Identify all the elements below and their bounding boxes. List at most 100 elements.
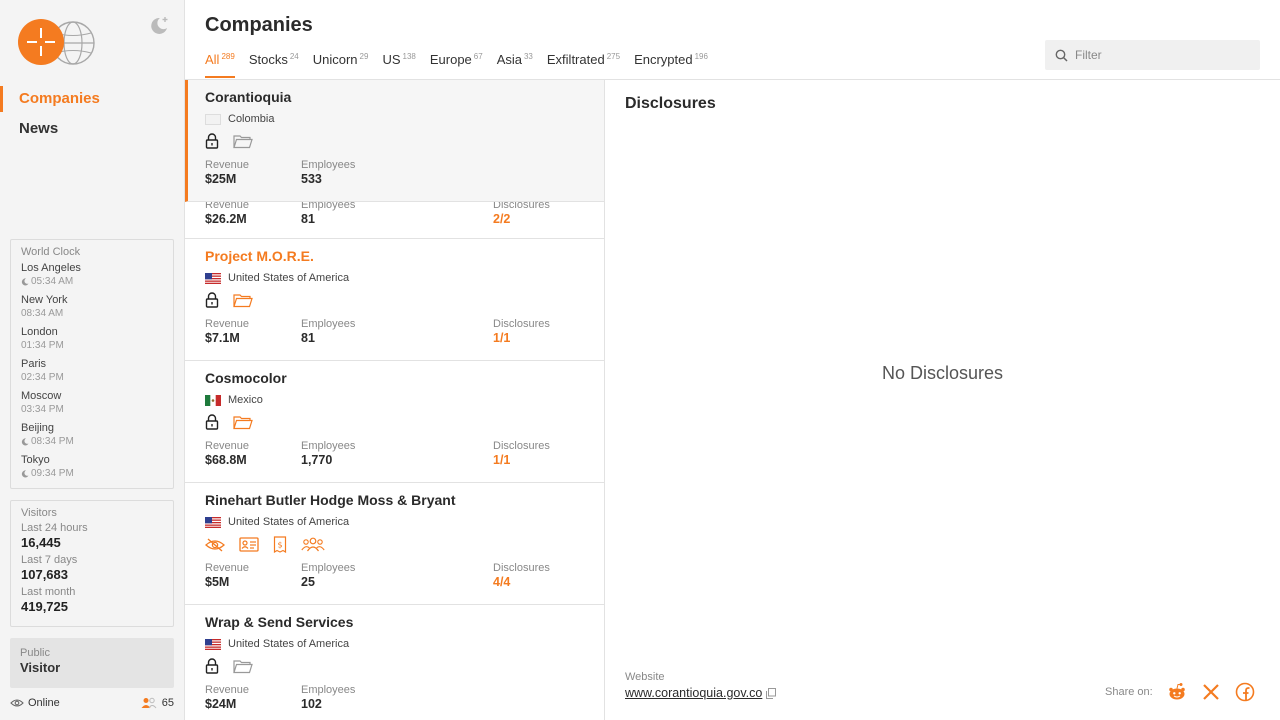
tab-us[interactable]: US 138 [382, 50, 415, 79]
clock-time-value: 08:34 PM [31, 436, 74, 447]
website-link[interactable]: www.corantioquia.gov.co [625, 686, 777, 700]
revenue-stat-value: $24M [205, 697, 237, 711]
tab-stocks[interactable]: Stocks 24 [249, 50, 299, 79]
filter-box[interactable] [1045, 40, 1260, 70]
copy-icon[interactable] [766, 687, 777, 699]
tab-unicorn[interactable]: Unicorn 29 [313, 50, 369, 79]
online-status: Online [10, 697, 60, 709]
facebook-icon[interactable] [1235, 682, 1255, 702]
tab-label: Encrypted [634, 52, 693, 67]
clock-time: 09:34 PM [21, 467, 163, 481]
lock-icon[interactable] [205, 658, 219, 674]
nav-news[interactable]: News [0, 116, 185, 142]
moon-icon[interactable] [148, 14, 170, 36]
tab-all[interactable]: All 289 [205, 50, 235, 79]
company-card[interactable]: Project M.O.R.E. United States of America… [185, 239, 604, 361]
company-card[interactable]: Revenue $26.2M Employees 81 Disclosures 2/2 [185, 199, 604, 239]
disclosures-stat-value: 1/1 [493, 453, 511, 467]
world-clock-title: World Clock [21, 246, 81, 258]
employees-stat-value: 1,770 [301, 453, 333, 467]
clock-city: Moscow [21, 390, 62, 402]
tab-count: 275 [606, 52, 621, 61]
id-card-icon[interactable] [239, 537, 259, 552]
revenue-stat-value: $25M [205, 172, 237, 186]
clock-time: 05:34 AM [21, 275, 163, 289]
company-card[interactable]: Cosmocolor Mexico Revenue $68.8M Employees 1,… [185, 361, 604, 483]
folder-icon[interactable] [233, 415, 253, 430]
company-name[interactable]: Project M.O.R.E. [205, 248, 314, 264]
clock-time-value: 05:34 AM [31, 276, 74, 287]
visitors-stat-label: Last 24 hours [21, 522, 88, 534]
lock-icon[interactable] [205, 133, 219, 149]
revenue-stat: Revenue $25M [205, 159, 249, 187]
tab-label: Exfiltrated [546, 52, 605, 67]
disclosures-stat: Disclosures 2/2 [493, 199, 550, 227]
employees-stat: Employees 25 [301, 562, 355, 590]
visitors-title: Visitors [21, 507, 57, 519]
country-name: United States of America [228, 638, 350, 650]
company-card[interactable]: Corantioquia Colombia Revenue $25M Employees… [185, 80, 604, 202]
flag-icon [205, 516, 221, 528]
status-line: Online 65 [10, 697, 174, 709]
company-card[interactable]: Rinehart Butler Hodge Moss & Bryant Unite… [185, 483, 604, 605]
company-name[interactable]: Rinehart Butler Hodge Moss & Bryant [205, 492, 455, 508]
logo[interactable] [18, 19, 98, 67]
clock-time: 08:34 AM [21, 307, 163, 321]
folder-icon[interactable] [233, 293, 253, 308]
tab-label: Unicorn [312, 52, 358, 67]
nav-companies[interactable]: Companies [0, 86, 185, 112]
employees-stat-value: 81 [301, 331, 315, 345]
revenue-stat-label: Revenue [205, 440, 250, 452]
company-country: United States of America [205, 638, 349, 650]
company-name[interactable]: Wrap & Send Services [205, 614, 353, 630]
disclosures-stat-value: 2/2 [493, 212, 511, 226]
clock-time-value: 02:34 PM [21, 372, 64, 383]
lock-icon[interactable] [205, 414, 219, 430]
companies-list[interactable]: Revenue $26.2M Employees 81 Disclosures 2/2 Co… [185, 80, 605, 720]
visitors-stat-value: 419,725 [21, 599, 68, 614]
disclosures-stat: Disclosures 1/1 [493, 318, 550, 346]
employees-stat-label: Employees [301, 318, 356, 330]
employees-stat: Employees 102 [301, 684, 355, 712]
revenue-stat-label: Revenue [205, 159, 250, 171]
country-name: United States of America [228, 272, 350, 284]
filter-input[interactable] [1075, 48, 1255, 62]
company-card[interactable]: Wrap & Send Services United States of Ame… [185, 605, 604, 720]
company-name[interactable]: Cosmocolor [205, 370, 287, 386]
tab-asia[interactable]: Asia 33 [497, 50, 533, 79]
revenue-stat-value: $68.8M [205, 453, 247, 467]
folder-icon[interactable] [233, 134, 253, 149]
people-icon[interactable] [301, 537, 325, 552]
company-country: Colombia [205, 113, 274, 125]
revenue-stat: Revenue $7.1M [205, 318, 249, 346]
tab-encrypted[interactable]: Encrypted 196 [634, 50, 708, 79]
employees-stat-value: 102 [301, 697, 322, 711]
flag-icon [205, 394, 221, 406]
company-name[interactable]: Corantioquia [205, 89, 291, 105]
money-receipt-icon[interactable]: $ [273, 536, 287, 553]
revenue-stat-value: $26.2M [205, 212, 247, 226]
disclosures-stat-label: Disclosures [493, 440, 550, 452]
lock-icon[interactable] [205, 292, 219, 308]
tab-europe[interactable]: Europe 67 [430, 50, 483, 79]
users-icon [141, 697, 157, 709]
clock-time-value: 08:34 AM [21, 308, 64, 319]
visitors-stat-value: 16,445 [21, 535, 61, 550]
tab-count: 138 [402, 52, 416, 61]
folder-icon[interactable] [233, 659, 253, 674]
tab-exfiltrated[interactable]: Exfiltrated 275 [547, 50, 620, 79]
tab-count: 33 [523, 52, 533, 61]
revenue-stat-label: Revenue [205, 562, 250, 574]
eye-slash-icon[interactable] [205, 538, 225, 552]
eye-icon [10, 699, 24, 707]
clock-time: 08:34 PM [21, 435, 163, 449]
revenue-stat-label: Revenue [205, 684, 250, 696]
revenue-stat: Revenue $5M [205, 562, 249, 590]
employees-stat-label: Employees [301, 440, 356, 452]
clock-city: Beijing [21, 422, 55, 434]
reddit-icon[interactable] [1167, 682, 1187, 702]
x-icon[interactable] [1201, 682, 1221, 702]
visitors-stat-label: Last 7 days [21, 554, 78, 566]
user-box[interactable]: Public Visitor [10, 638, 174, 688]
employees-stat-value: 81 [301, 212, 315, 226]
